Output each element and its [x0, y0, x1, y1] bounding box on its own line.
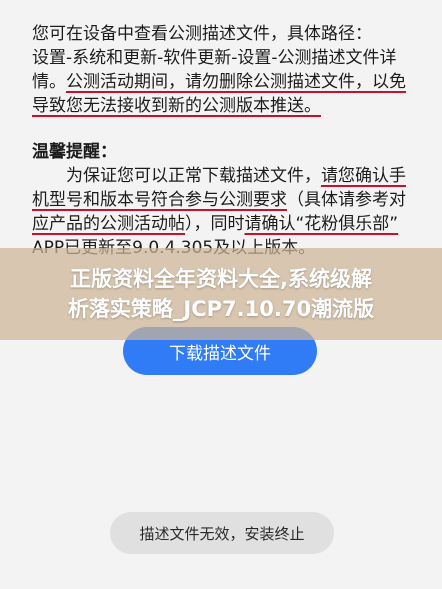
warning-underlined-text: 导致您无法接收到新的公测版本推送。	[32, 96, 321, 116]
info-line: 情。公测活动期间，请勿删除公测描述文件，以免	[32, 70, 414, 94]
warning-underlined-text: 公测活动期间，请勿删除公测描述文件，以免	[66, 72, 406, 92]
content-area: 您可在设备中查看公测描述文件，具体路径： 设置-系统和更新-软件更新-设置-公测…	[0, 0, 442, 589]
reminder-text: 为保证您可以正常下载描述文件，请您确认手 机型号和版本号符合参与公测要求（具体请…	[32, 164, 414, 260]
reminder-line: 应产品的公测活动帖），同时请确认“花粉俱乐部”	[32, 212, 414, 236]
info-line: 设置-系统和更新-软件更新-设置-公测描述文件详	[32, 48, 397, 68]
toast-message: 描述文件无效，安装终止	[110, 512, 334, 554]
reminder-plain-text: 为保证您可以正常下载描述文件，	[66, 166, 321, 186]
reminder-underlined-text: 请您确认手	[321, 166, 406, 186]
reminder-underlined-text: 机型号和版本号符合参与公测要求	[32, 190, 287, 210]
reminder-heading: 温馨提醒：	[32, 142, 117, 162]
info-line: 导致您无法接收到新的公测版本推送。	[32, 94, 414, 118]
info-line: 您可在设备中查看公测描述文件，具体路径：	[32, 24, 372, 44]
profile-path-info: 您可在设备中查看公测描述文件，具体路径： 设置-系统和更新-软件更新-设置-公测…	[32, 22, 414, 118]
reminder-plain-text: （具体请参考对	[287, 190, 406, 210]
reminder-underlined-text: 应产品的公测活动帖	[32, 214, 185, 234]
reminder-line: 机型号和版本号符合参与公测要求（具体请参考对	[32, 188, 414, 212]
banner-line: 正版资料全年资料大全,系统级解	[70, 267, 372, 291]
reminder-plain-text: ），同时	[185, 214, 245, 234]
reminder-line: 为保证您可以正常下载描述文件，请您确认手	[32, 164, 414, 188]
banner-line: 析落实策略_JCP7.10.70潮流版	[67, 297, 375, 321]
reminder-underlined-text: 请确认“花粉俱乐部”	[244, 214, 399, 234]
info-text: 情。	[32, 72, 66, 92]
overlay-banner: 正版资料全年资料大全,系统级解 析落实策略_JCP7.10.70潮流版	[0, 248, 442, 340]
